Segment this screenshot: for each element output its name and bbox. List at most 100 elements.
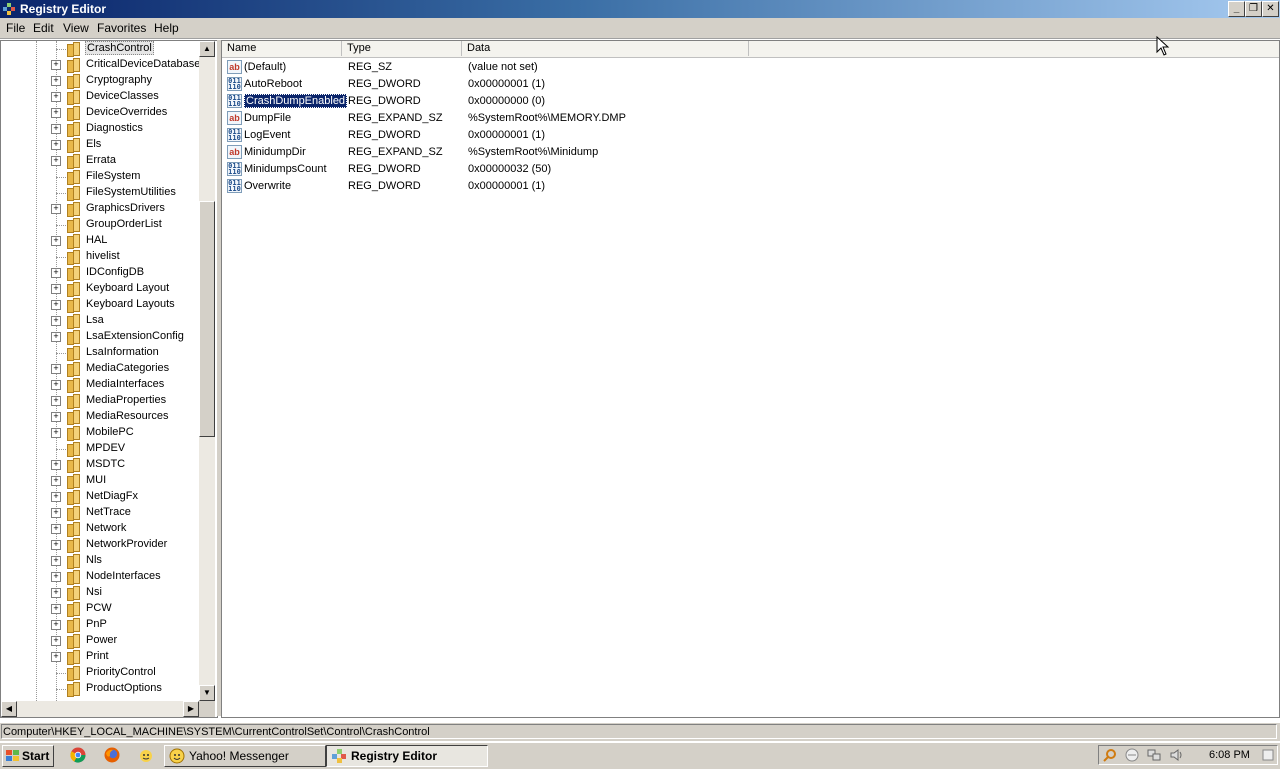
- expand-icon[interactable]: +: [51, 140, 61, 150]
- messenger-status-icon[interactable]: [1125, 748, 1139, 762]
- value-row[interactable]: 011 110 MinidumpsCount REG_DWORD 0x00000032 …: [222, 161, 1222, 178]
- tree-horizontal-scrollbar[interactable]: ◀ ▶: [1, 701, 199, 717]
- tree-item[interactable]: + HAL: [1, 233, 201, 249]
- expand-icon[interactable]: +: [51, 636, 61, 646]
- expand-icon[interactable]: +: [51, 460, 61, 470]
- tree-item[interactable]: + Network: [1, 521, 201, 537]
- expand-icon[interactable]: +: [51, 364, 61, 374]
- expand-icon[interactable]: +: [51, 204, 61, 214]
- tree-item[interactable]: + Print: [1, 649, 201, 665]
- tree-item[interactable]: + NetworkProvider: [1, 537, 201, 553]
- value-row[interactable]: ab (Default) REG_SZ (value not set): [222, 59, 1222, 76]
- tree-item[interactable]: + DeviceClasses: [1, 89, 201, 105]
- column-header-data[interactable]: Data: [462, 41, 749, 56]
- expand-icon[interactable]: +: [51, 620, 61, 630]
- expand-icon[interactable]: +: [51, 236, 61, 246]
- close-button[interactable]: ✕: [1262, 1, 1279, 17]
- expand-icon[interactable]: +: [51, 428, 61, 438]
- scroll-thumb[interactable]: [199, 201, 215, 437]
- value-row[interactable]: ab DumpFile REG_EXPAND_SZ %SystemRoot%\MEMO…: [222, 110, 1222, 127]
- task-yahoo-messenger[interactable]: Yahoo! Messenger: [164, 745, 326, 767]
- column-header-name[interactable]: Name: [222, 41, 342, 56]
- tree-item[interactable]: + MUI: [1, 473, 201, 489]
- scroll-up-button[interactable]: ▲: [199, 41, 215, 57]
- tree-item[interactable]: + NodeInterfaces: [1, 569, 201, 585]
- expand-icon[interactable]: +: [51, 380, 61, 390]
- tree-item[interactable]: + Diagnostics: [1, 121, 201, 137]
- expand-icon[interactable]: +: [51, 492, 61, 502]
- tree-item[interactable]: + CriticalDeviceDatabase: [1, 57, 201, 73]
- tree-item[interactable]: + GraphicsDrivers: [1, 201, 201, 217]
- scroll-down-button[interactable]: ▼: [199, 685, 215, 701]
- task-registry-editor[interactable]: Registry Editor: [326, 745, 488, 767]
- expand-icon[interactable]: +: [51, 268, 61, 278]
- expand-icon[interactable]: +: [51, 540, 61, 550]
- tree-item[interactable]: GroupOrderList: [1, 217, 201, 233]
- menu-file[interactable]: File: [6, 21, 25, 35]
- tree-item[interactable]: + Nsi: [1, 585, 201, 601]
- expand-icon[interactable]: +: [51, 76, 61, 86]
- expand-icon[interactable]: +: [51, 572, 61, 582]
- tree-item[interactable]: + Errata: [1, 153, 201, 169]
- tree-item[interactable]: + MediaInterfaces: [1, 377, 201, 393]
- expand-icon[interactable]: +: [51, 156, 61, 166]
- tree-item[interactable]: + Keyboard Layouts: [1, 297, 201, 313]
- menu-favorites[interactable]: Favorites: [97, 21, 146, 35]
- value-row[interactable]: 011 110 Overwrite REG_DWORD 0x00000001 (1): [222, 178, 1222, 195]
- column-header-type[interactable]: Type: [342, 41, 462, 56]
- tree-item[interactable]: PriorityControl: [1, 665, 201, 681]
- tree-item[interactable]: + Nls: [1, 553, 201, 569]
- value-row[interactable]: 011 110 AutoReboot REG_DWORD 0x00000001 (1): [222, 76, 1222, 93]
- title-bar[interactable]: Registry Editor _ ❐ ✕: [0, 0, 1280, 18]
- values-list-pane[interactable]: Name Type Data ab (Default) REG_SZ (value n…: [221, 40, 1280, 718]
- tree-item[interactable]: FileSystemUtilities: [1, 185, 201, 201]
- scroll-right-button[interactable]: ▶: [183, 701, 199, 717]
- tree-item[interactable]: + Lsa: [1, 313, 201, 329]
- tree-item[interactable]: + NetDiagFx: [1, 489, 201, 505]
- tree-item[interactable]: + MSDTC: [1, 457, 201, 473]
- tree-item[interactable]: FileSystem: [1, 169, 201, 185]
- tree-item[interactable]: MPDEV: [1, 441, 201, 457]
- expand-icon[interactable]: +: [51, 476, 61, 486]
- tree-item[interactable]: + Els: [1, 137, 201, 153]
- network-icon[interactable]: [1147, 748, 1161, 762]
- expand-icon[interactable]: +: [51, 604, 61, 614]
- expand-icon[interactable]: +: [51, 124, 61, 134]
- tree-item[interactable]: ProductOptions: [1, 681, 201, 697]
- yahoo-icon[interactable]: [138, 747, 154, 763]
- tree-item[interactable]: + MediaCategories: [1, 361, 201, 377]
- value-row[interactable]: ab MinidumpDir REG_EXPAND_SZ %SystemRoot%\M…: [222, 144, 1222, 161]
- menu-view[interactable]: View: [63, 21, 89, 35]
- expand-icon[interactable]: +: [51, 60, 61, 70]
- tree-item[interactable]: + MediaProperties: [1, 393, 201, 409]
- value-row[interactable]: 011 110 LogEvent REG_DWORD 0x00000001 (1): [222, 127, 1222, 144]
- expand-icon[interactable]: +: [51, 108, 61, 118]
- firefox-icon[interactable]: [104, 747, 120, 763]
- tree-item[interactable]: + IDConfigDB: [1, 265, 201, 281]
- tree-item[interactable]: CrashControl: [1, 41, 201, 57]
- expand-icon[interactable]: +: [51, 332, 61, 342]
- tree-item[interactable]: + LsaExtensionConfig: [1, 329, 201, 345]
- expand-icon[interactable]: +: [51, 524, 61, 534]
- tree-item[interactable]: + Cryptography: [1, 73, 201, 89]
- tree-item[interactable]: + MobilePC: [1, 425, 201, 441]
- scroll-left-button[interactable]: ◀: [1, 701, 17, 717]
- expand-icon[interactable]: +: [51, 556, 61, 566]
- tree-item[interactable]: + Power: [1, 633, 201, 649]
- expand-icon[interactable]: +: [51, 588, 61, 598]
- clock[interactable]: 6:08 PM: [1209, 749, 1250, 761]
- menu-help[interactable]: Help: [154, 21, 179, 35]
- tree-item[interactable]: + MediaResources: [1, 409, 201, 425]
- volume-icon[interactable]: [1169, 748, 1183, 762]
- menu-edit[interactable]: Edit: [33, 21, 54, 35]
- tree-item[interactable]: hivelist: [1, 249, 201, 265]
- restore-button[interactable]: ❐: [1245, 1, 1262, 17]
- tree-item[interactable]: + DeviceOverrides: [1, 105, 201, 121]
- tree-item[interactable]: + PCW: [1, 601, 201, 617]
- tree-item[interactable]: + NetTrace: [1, 505, 201, 521]
- expand-icon[interactable]: +: [51, 300, 61, 310]
- expand-icon[interactable]: +: [51, 508, 61, 518]
- tree-item[interactable]: LsaInformation: [1, 345, 201, 361]
- expand-icon[interactable]: +: [51, 92, 61, 102]
- search-icon[interactable]: [1103, 748, 1117, 762]
